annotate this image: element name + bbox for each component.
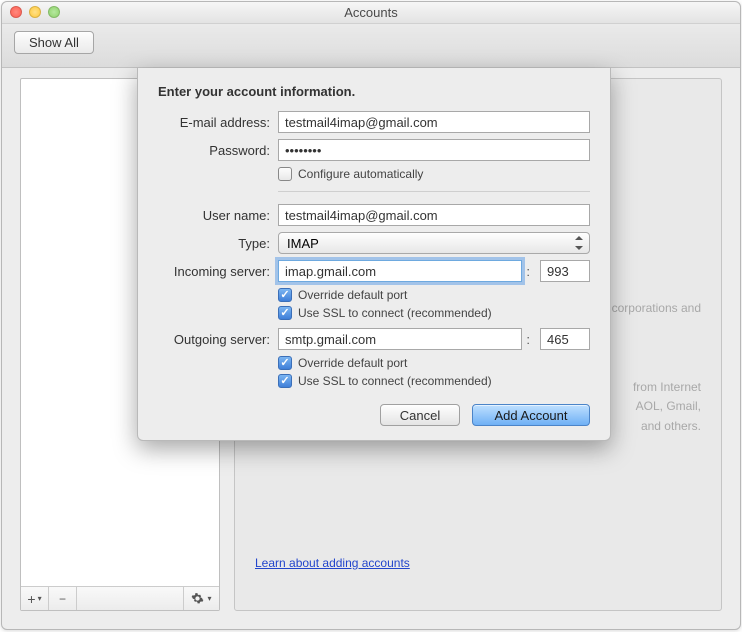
- sheet-title: Enter your account information.: [158, 84, 590, 99]
- show-all-button[interactable]: Show All: [14, 31, 94, 54]
- outgoing-server-field[interactable]: [278, 328, 522, 350]
- type-select[interactable]: IMAP: [278, 232, 590, 254]
- incoming-override-port-label: Override default port: [298, 288, 407, 302]
- account-info-sheet: Enter your account information. E-mail a…: [137, 68, 611, 441]
- incoming-ssl-checkbox[interactable]: [278, 306, 292, 320]
- traffic-lights: [10, 6, 60, 18]
- email-label: E-mail address:: [158, 115, 270, 130]
- cancel-button[interactable]: Cancel: [380, 404, 460, 426]
- sidebar-footer: + −: [21, 586, 219, 610]
- actions-menu-button[interactable]: [183, 587, 219, 610]
- incoming-server-field[interactable]: [278, 260, 522, 282]
- outgoing-override-port-label: Override default port: [298, 356, 407, 370]
- type-value: IMAP: [287, 236, 319, 251]
- outgoing-override-port-checkbox[interactable]: [278, 356, 292, 370]
- configure-auto-label: Configure automatically: [298, 167, 423, 181]
- incoming-override-port-checkbox[interactable]: [278, 288, 292, 302]
- remove-account-button[interactable]: −: [49, 587, 77, 610]
- titlebar: Accounts: [2, 2, 740, 24]
- incoming-ssl-label: Use SSL to connect (recommended): [298, 306, 492, 320]
- outgoing-ssl-label: Use SSL to connect (recommended): [298, 374, 492, 388]
- username-label: User name:: [158, 208, 270, 223]
- window-title: Accounts: [344, 5, 397, 20]
- divider: [278, 191, 590, 192]
- configure-auto-checkbox[interactable]: [278, 167, 292, 181]
- zoom-icon[interactable]: [48, 6, 60, 18]
- plus-icon: +: [27, 591, 35, 607]
- minimize-icon[interactable]: [29, 6, 41, 18]
- password-label: Password:: [158, 143, 270, 158]
- email-field[interactable]: [278, 111, 590, 133]
- incoming-label: Incoming server:: [158, 264, 270, 279]
- incoming-port-field[interactable]: [540, 260, 590, 282]
- outgoing-ssl-checkbox[interactable]: [278, 374, 292, 388]
- add-account-button[interactable]: +: [21, 587, 49, 610]
- outgoing-port-field[interactable]: [540, 328, 590, 350]
- add-account-button[interactable]: Add Account: [472, 404, 590, 426]
- accounts-window: Accounts Show All + − select an account …: [1, 1, 741, 630]
- password-field[interactable]: [278, 139, 590, 161]
- username-field[interactable]: [278, 204, 590, 226]
- minus-icon: −: [59, 592, 66, 606]
- gear-icon: [191, 592, 204, 605]
- learn-link[interactable]: Learn about adding accounts: [255, 556, 410, 570]
- close-icon[interactable]: [10, 6, 22, 18]
- type-label: Type:: [158, 236, 270, 251]
- outgoing-label: Outgoing server:: [158, 332, 270, 347]
- toolbar: Show All: [2, 24, 740, 68]
- colon: :: [526, 332, 530, 347]
- colon: :: [526, 264, 530, 279]
